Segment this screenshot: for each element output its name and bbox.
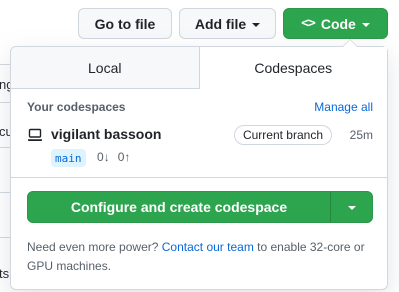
ahead-behind-counts: 0↓ 0↑ [97,150,130,164]
panel-notch-fill [343,40,357,47]
manage-all-link[interactable]: Manage all [314,100,373,114]
code-button[interactable]: <> Code [283,8,388,39]
code-dropdown-panel: Local Codespaces Your codespaces Manage … [10,39,388,290]
add-file-button[interactable]: Add file [179,8,276,39]
tab-codespaces[interactable]: Codespaces [199,47,387,89]
code-label: Code [320,15,356,32]
section-title: Your codespaces [27,100,126,114]
arrow-down-icon: ↓ [103,150,110,164]
arrow-up-icon: ↑ [124,150,131,164]
go-to-file-label: Go to file [94,15,156,32]
caret-down-icon [252,22,261,27]
codespace-age: 25m [349,128,373,142]
footer-note: Need even more power? Contact our team t… [27,238,373,276]
create-codespace-options-button[interactable] [330,192,372,222]
codespace-name: vigilant bassoon [51,126,162,142]
footer-prefix: Need even more power? [27,240,159,254]
create-codespace-label: Configure and create codespace [70,199,288,215]
codespaces-section-header: Your codespaces Manage all [27,100,373,114]
current-branch-badge: Current branch [233,125,332,145]
contact-our-team-link[interactable]: Contact our team [162,240,254,254]
branch-name-tag: main [51,149,86,167]
code-icon: <> [301,16,316,31]
caret-down-icon [361,22,370,27]
caret-down-icon [347,206,356,210]
create-codespace-split-button: Configure and create codespace [27,191,373,223]
behind-count: 0 [97,150,104,164]
panel-tabs: Local Codespaces [11,47,387,89]
go-to-file-button[interactable]: Go to file [78,8,172,39]
codespace-item[interactable]: vigilant bassoon Current branch 25m main… [27,125,373,169]
tab-local[interactable]: Local [11,47,200,89]
codespace-laptop-icon [28,128,42,141]
panel-divider [11,177,387,178]
configure-create-codespace-button[interactable]: Configure and create codespace [28,192,330,222]
ahead-count-group: 0↑ [118,150,131,164]
behind-count-group: 0↓ [97,150,110,164]
add-file-label: Add file [194,15,247,32]
background-text: ts [0,266,10,281]
